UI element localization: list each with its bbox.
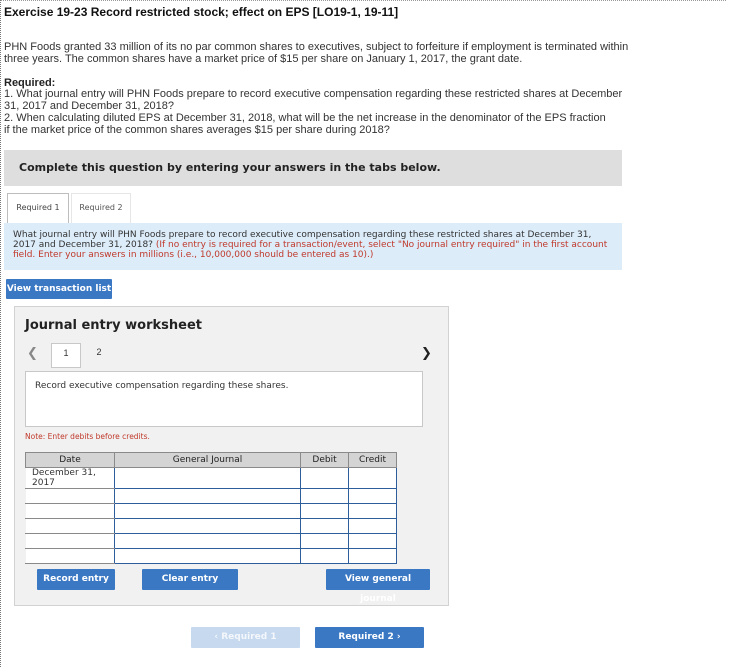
date-cell (25, 488, 115, 504)
table-row (25, 548, 397, 564)
date-cell: December 31, 2017 (25, 467, 115, 489)
account-input[interactable] (114, 503, 301, 519)
record-entry-button[interactable]: Record entry (37, 569, 115, 590)
tab-required-1[interactable]: Required 1 (7, 193, 69, 223)
next-required-button[interactable]: Required 2 › (315, 627, 424, 648)
date-cell (25, 548, 115, 564)
question-panel: What journal entry will PHN Foods prepar… (4, 223, 622, 270)
credit-input[interactable] (348, 548, 397, 564)
account-input[interactable] (114, 488, 301, 504)
debit-input[interactable] (300, 467, 349, 489)
debit-input[interactable] (300, 548, 349, 564)
column-header-credit: Credit (348, 452, 397, 468)
credit-input[interactable] (348, 503, 397, 519)
column-header-general-journal: General Journal (114, 452, 301, 468)
date-cell (25, 518, 115, 534)
next-required-label: Required 2 (338, 632, 394, 642)
credit-input[interactable] (348, 467, 397, 489)
worksheet-page-1[interactable]: 1 (51, 343, 81, 368)
column-header-date: Date (25, 452, 115, 468)
table-row: December 31, 2017 (25, 467, 397, 489)
table-row (25, 503, 397, 519)
left-border (0, 0, 1, 667)
view-transaction-list-button[interactable]: View transaction list (6, 279, 112, 299)
credit-input[interactable] (348, 488, 397, 504)
debit-input[interactable] (300, 503, 349, 519)
account-input[interactable] (114, 533, 301, 549)
required-1-text: 1. What journal entry will PHN Foods pre… (4, 88, 623, 112)
column-header-debit: Debit (300, 452, 349, 468)
chevron-right-icon: › (396, 632, 401, 642)
debit-input[interactable] (300, 488, 349, 504)
chevron-left-icon: ‹ (214, 632, 219, 642)
account-input[interactable] (114, 548, 301, 564)
tab-required-2[interactable]: Required 2 (71, 193, 131, 223)
table-row (25, 488, 397, 504)
view-general-journal-button[interactable]: View general journal (326, 569, 430, 604)
credit-input[interactable] (348, 533, 397, 549)
instructions-banner: Complete this question by entering your … (4, 150, 622, 186)
prev-required-label: Required 1 (221, 632, 277, 642)
table-row (25, 518, 397, 534)
clear-entry-button[interactable]: Clear entry (142, 569, 238, 590)
exercise-title: Exercise 19-23 Record restricted stock; … (4, 5, 399, 19)
account-input[interactable] (114, 467, 301, 489)
entry-description-box: Record executive compensation regarding … (25, 371, 423, 427)
date-cell (25, 533, 115, 549)
account-input[interactable] (114, 518, 301, 534)
scenario-text: PHN Foods granted 33 million of its no p… (4, 41, 629, 65)
chevron-left-icon[interactable]: ❮ (27, 345, 38, 361)
table-row (25, 533, 397, 549)
banner-text: Complete this question by entering your … (19, 161, 441, 174)
worksheet-title: Journal entry worksheet (25, 318, 202, 333)
debit-input[interactable] (300, 533, 349, 549)
prev-required-button[interactable]: ‹ Required 1 (191, 627, 300, 648)
chevron-right-icon[interactable]: ❯ (421, 345, 432, 361)
date-cell (25, 503, 115, 519)
entry-description: Record executive compensation regarding … (35, 381, 289, 391)
credit-input[interactable] (348, 518, 397, 534)
journal-table: Date General Journal Debit Credit Decemb… (25, 452, 397, 564)
worksheet-page-2[interactable]: 2 (91, 343, 107, 363)
required-2-text: 2. When calculating diluted EPS at Decem… (4, 112, 606, 136)
debit-credit-note: Note: Enter debits before credits. (25, 432, 150, 441)
top-border (0, 0, 726, 1)
debit-input[interactable] (300, 518, 349, 534)
